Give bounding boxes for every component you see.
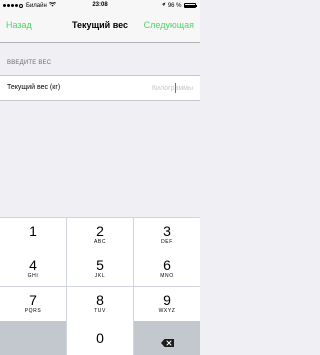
key-digit: 1 (29, 222, 37, 239)
battery-tip (196, 4, 197, 7)
key-digit: 3 (163, 222, 171, 239)
navigation-bar: Назад Текущий вес Следующая (0, 11, 200, 43)
key-digit: 9 (163, 291, 171, 308)
key-digit: 6 (163, 257, 171, 273)
key-letters: MNO (160, 273, 174, 279)
key-0[interactable]: 0 (67, 321, 133, 355)
key-digit: 7 (29, 291, 37, 308)
key-letters: GHI (27, 273, 39, 279)
key-2[interactable]: 2 ABC (67, 217, 133, 252)
battery-percent: 96 % (167, 2, 182, 9)
numeric-keypad: 1 2 ABC 3 DEF 4 GHI 5 JKL 6 MNO 7 PQRS 8… (0, 217, 200, 355)
key-digit: 0 (96, 330, 104, 346)
key-4[interactable]: 4 GHI (0, 252, 66, 286)
key-letters: PQRS (24, 307, 42, 314)
location-arrow-icon (161, 2, 166, 9)
text-caret (175, 83, 176, 93)
key-letters: WXYZ (158, 307, 176, 314)
key-blank (0, 321, 66, 355)
key-5[interactable]: 5 JKL (67, 252, 133, 286)
weight-input[interactable] (113, 81, 193, 95)
key-letters: TUV (94, 307, 106, 314)
status-bar: Билайн 23:08 96 % (0, 0, 200, 11)
key-letters: DEF (161, 238, 173, 245)
key-3[interactable]: 3 DEF (134, 217, 200, 252)
key-digit: 2 (96, 222, 104, 239)
next-button[interactable]: Следующая (144, 20, 194, 30)
key-digit: 8 (96, 291, 104, 308)
battery-icon (183, 3, 196, 8)
key-1[interactable]: 1 (0, 217, 66, 252)
status-right: 96 % (161, 2, 197, 9)
section-header: ВВЕДИТЕ ВЕС (7, 60, 52, 66)
key-8[interactable]: 8 TUV (67, 286, 133, 321)
weight-form-row: Текущий вес (кг) (0, 75, 200, 101)
key-digit: 5 (96, 257, 104, 273)
key-letters: JKL (94, 273, 106, 279)
key-6[interactable]: 6 MNO (134, 252, 200, 286)
battery-fill (185, 4, 195, 7)
weight-field-label: Текущий вес (кг) (7, 84, 61, 91)
key-7[interactable]: 7 PQRS (0, 286, 66, 321)
key-letters: ABC (93, 238, 107, 245)
backspace-icon (161, 334, 174, 347)
backspace-button[interactable] (134, 321, 200, 355)
key-9[interactable]: 9 WXYZ (134, 286, 200, 321)
key-digit: 4 (29, 257, 37, 273)
